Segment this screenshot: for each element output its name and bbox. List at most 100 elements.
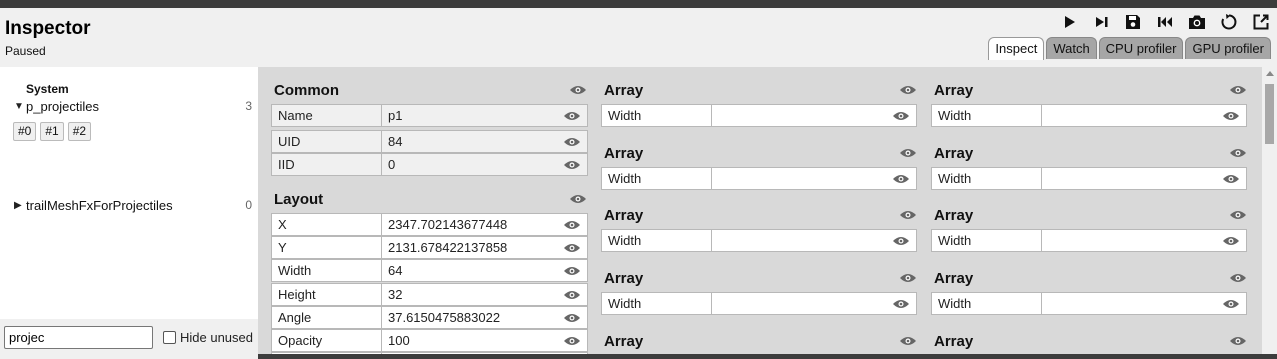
section-title-array: Array [604, 82, 644, 99]
instance-button[interactable]: #1 [40, 122, 64, 141]
property-value[interactable]: 2347.702143677448 [388, 217, 507, 232]
section-title-common: Common [274, 82, 339, 99]
property-key: Width [272, 260, 382, 281]
tab-watch[interactable]: Watch [1046, 37, 1097, 59]
section-title-array: Array [934, 333, 974, 350]
eye-icon[interactable] [563, 242, 581, 254]
eye-icon[interactable] [563, 159, 581, 171]
scroll-up-arrow-icon[interactable] [1266, 71, 1274, 76]
property-value: 0 [388, 157, 396, 172]
eye-icon[interactable] [1222, 110, 1240, 122]
eye-icon[interactable] [563, 289, 581, 301]
array-row-width: Width [931, 292, 1247, 315]
property-key: Width [602, 168, 712, 189]
eye-icon[interactable] [899, 335, 917, 347]
property-key: Width [932, 293, 1042, 314]
save-button[interactable] [1117, 10, 1149, 34]
instance-button[interactable]: #0 [13, 122, 37, 141]
eye-icon[interactable] [1229, 147, 1247, 159]
property-value[interactable]: 32 [388, 287, 402, 302]
property-key: UID [272, 131, 382, 152]
eye-icon[interactable] [892, 173, 910, 185]
hide-unused-label: Hide unused [180, 330, 253, 345]
property-row-iid: IID 0 [271, 153, 588, 176]
camera-button[interactable] [1181, 10, 1213, 34]
eye-icon[interactable] [899, 147, 917, 159]
eye-icon[interactable] [1229, 209, 1247, 221]
section-title-layout: Layout [274, 191, 324, 208]
eye-icon[interactable] [563, 265, 581, 277]
tree-item-trailmeshfx[interactable]: ▶ trailMeshFxForProjectiles 0 [14, 197, 252, 213]
search-area: Hide unused [0, 319, 258, 359]
section-title-array: Array [604, 207, 644, 224]
property-key: Angle [272, 307, 382, 328]
rewind-button[interactable] [1149, 10, 1181, 34]
eye-icon[interactable] [892, 298, 910, 310]
property-value[interactable]: p1 [388, 108, 402, 123]
property-key: Y [272, 237, 382, 258]
step-button[interactable] [1085, 10, 1117, 34]
eye-icon[interactable] [899, 272, 917, 284]
inspector-panel: Common Name p1 UID 84 IID 0 Layout X 234… [258, 67, 1262, 354]
eye-icon[interactable] [569, 84, 587, 96]
section-title-array: Array [934, 145, 974, 162]
status-text: Paused [5, 44, 46, 58]
eye-icon[interactable] [563, 335, 581, 347]
tab-gpu-profiler[interactable]: GPU profiler [1185, 37, 1271, 59]
eye-icon[interactable] [563, 219, 581, 231]
array-row-width: Width [601, 292, 917, 315]
eye-icon[interactable] [1229, 84, 1247, 96]
eye-icon[interactable] [1229, 335, 1247, 347]
property-value[interactable]: 37.6150475883022 [388, 310, 500, 325]
property-key: Height [272, 284, 382, 305]
save-icon [1126, 15, 1140, 29]
step-icon [1096, 17, 1108, 27]
eye-icon[interactable] [1222, 235, 1240, 247]
property-key: Opacity [272, 330, 382, 351]
eye-icon[interactable] [569, 193, 587, 205]
array-row-width: Width [931, 229, 1247, 252]
property-key: Width [602, 293, 712, 314]
sidebar: System ▼ p_projectiles 3 #0 #1 #2 ▶ trai… [0, 67, 258, 359]
instance-button[interactable]: #2 [67, 122, 92, 141]
eye-icon[interactable] [563, 312, 581, 324]
play-button[interactable] [1053, 10, 1085, 34]
rewind-icon [1158, 17, 1172, 27]
eye-icon[interactable] [563, 110, 581, 122]
tab-inspect[interactable]: Inspect [988, 37, 1045, 60]
popout-button[interactable] [1245, 10, 1277, 34]
array-row-width: Width [601, 104, 917, 127]
property-row-height: Height 32 [271, 283, 588, 306]
reset-button[interactable] [1213, 10, 1245, 34]
property-value[interactable]: 100 [388, 333, 410, 348]
tree-item-count: 3 [245, 99, 252, 113]
property-key: Width [602, 230, 712, 251]
array-row-width: Width [931, 167, 1247, 190]
eye-icon[interactable] [1222, 173, 1240, 185]
eye-icon[interactable] [892, 110, 910, 122]
camera-icon [1189, 15, 1205, 29]
play-icon [1065, 16, 1075, 28]
eye-icon[interactable] [1222, 298, 1240, 310]
property-value[interactable]: 64 [388, 263, 402, 278]
property-value: 84 [388, 134, 403, 149]
eye-icon[interactable] [563, 136, 581, 148]
section-title-array: Array [934, 270, 974, 287]
eye-icon[interactable] [899, 84, 917, 96]
array-row-width: Width [601, 229, 917, 252]
eye-icon[interactable] [892, 235, 910, 247]
eye-icon[interactable] [899, 209, 917, 221]
scrollbar-thumb[interactable] [1265, 84, 1274, 144]
hide-unused-toggle[interactable]: Hide unused [163, 330, 253, 345]
popout-icon [1253, 14, 1269, 30]
tree-item-p-projectiles[interactable]: ▼ p_projectiles 3 [14, 98, 252, 114]
tree-item-label: trailMeshFxForProjectiles [26, 197, 173, 213]
search-input[interactable] [4, 326, 153, 349]
hide-unused-checkbox[interactable] [163, 331, 176, 344]
property-key: Name [272, 105, 382, 126]
vertical-scrollbar[interactable] [1262, 67, 1277, 354]
tab-cpu-profiler[interactable]: CPU profiler [1098, 37, 1184, 59]
eye-icon[interactable] [1229, 272, 1247, 284]
instance-list: #0 #1 #2 [13, 122, 92, 141]
property-value[interactable]: 2131.678422137858 [388, 240, 507, 255]
